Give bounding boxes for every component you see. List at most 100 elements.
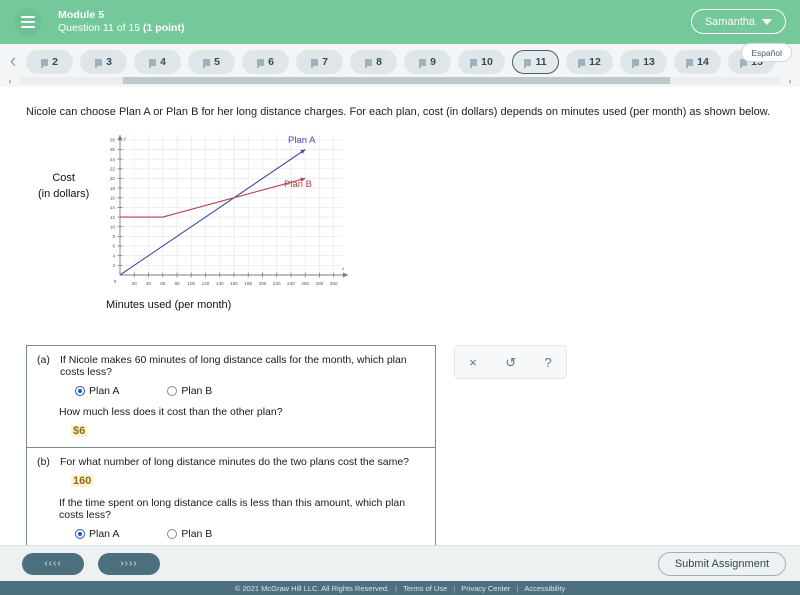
header-titles: Module 5 Question 11 of 15 (1 point) bbox=[58, 9, 184, 35]
question-pill-label: 6 bbox=[268, 56, 274, 68]
terms-of-use-link[interactable]: Terms of Use bbox=[403, 584, 447, 593]
flag-icon bbox=[149, 58, 157, 68]
part-a-option-plan-b-label: Plan B bbox=[181, 385, 213, 397]
question-pill-6[interactable]: 6 bbox=[242, 50, 289, 74]
question-pill-10[interactable]: 10 bbox=[458, 50, 505, 74]
question-pill-strip[interactable]: 2 3 4 5 6 7 8 9 10 11 12 13 14 15 bbox=[26, 50, 800, 74]
question-pill-8[interactable]: 8 bbox=[350, 50, 397, 74]
footer-separator: | bbox=[453, 583, 456, 593]
question-pill-label: 14 bbox=[697, 56, 709, 68]
accessibility-link[interactable]: Accessibility bbox=[524, 584, 565, 593]
page-footer: © 2021 McGraw Hill LLC. All Rights Reser… bbox=[0, 581, 800, 595]
radio-button-filled[interactable] bbox=[75, 529, 85, 539]
flag-icon bbox=[632, 58, 640, 68]
x-axis-tick-label: 260 bbox=[301, 281, 309, 286]
footer-separator: | bbox=[395, 583, 398, 593]
part-b-option-plan-a[interactable]: Plan A bbox=[75, 528, 119, 540]
part-a-radio-group[interactable]: Plan A Plan B bbox=[75, 385, 425, 397]
part-b-question: For what number of long distance minutes… bbox=[60, 456, 410, 468]
scroll-right-chevron-icon[interactable]: › bbox=[780, 76, 800, 86]
question-pill-label: 12 bbox=[589, 56, 601, 68]
y-axis-tick-label: 14 bbox=[110, 205, 116, 210]
series-arrowhead-plan-a bbox=[300, 149, 306, 154]
question-pill-label: 4 bbox=[160, 56, 166, 68]
next-question-button[interactable]: ›››› bbox=[98, 552, 160, 575]
chevron-down-icon bbox=[762, 18, 772, 25]
question-pill-11[interactable]: 11 bbox=[512, 50, 559, 74]
undo-arrow-icon[interactable]: ↺ bbox=[505, 356, 516, 369]
question-counter: Question 11 of 15 (1 point) bbox=[58, 22, 184, 35]
part-b-radio-group[interactable]: Plan A Plan B bbox=[75, 528, 425, 540]
question-pill-label: 7 bbox=[322, 56, 328, 68]
question-pill-12[interactable]: 12 bbox=[566, 50, 613, 74]
part-b-option-plan-a-label: Plan A bbox=[89, 528, 120, 540]
part-a-option-plan-a[interactable]: Plan A bbox=[75, 385, 119, 397]
question-pill-14[interactable]: 14 bbox=[674, 50, 721, 74]
part-b-answer-wrap: 160 bbox=[37, 468, 425, 488]
radio-button-filled[interactable] bbox=[75, 386, 85, 396]
espanol-button[interactable]: Español bbox=[741, 43, 792, 62]
radio-button-empty[interactable] bbox=[167, 386, 178, 396]
part-a-question-line: (a) If Nicole makes 60 minutes of long d… bbox=[37, 354, 425, 378]
answer-part-b: (b) For what number of long distance min… bbox=[27, 447, 435, 549]
flag-icon bbox=[524, 58, 532, 68]
privacy-center-link[interactable]: Privacy Center bbox=[461, 584, 510, 593]
question-pill-2[interactable]: 2 bbox=[26, 50, 73, 74]
flag-icon bbox=[365, 58, 373, 68]
y-axis-tick-label: 24 bbox=[110, 157, 116, 162]
previous-question-button[interactable]: ‹‹‹‹ bbox=[22, 552, 84, 575]
x-axis-tick-label: 40 bbox=[146, 281, 152, 286]
part-b-option-plan-b-label: Plan B bbox=[181, 528, 213, 540]
question-prompt: Nicole can choose Plan A or Plan B for h… bbox=[26, 106, 771, 118]
part-b-subquestion: If the time spent on long distance calls… bbox=[59, 497, 406, 521]
flag-icon bbox=[470, 58, 478, 68]
close-x-icon[interactable]: × bbox=[469, 356, 477, 369]
nav-prev-chevron-left-icon[interactable]: ‹ bbox=[0, 51, 26, 73]
y-axis-tick-label: 16 bbox=[110, 195, 116, 200]
user-menu-button[interactable]: Samantha bbox=[690, 9, 786, 34]
hamburger-menu-icon[interactable] bbox=[14, 8, 42, 36]
x-axis-tick-label: 60 bbox=[160, 281, 166, 286]
x-axis-tick-label: 220 bbox=[273, 281, 281, 286]
scrollbar-track[interactable] bbox=[20, 77, 780, 84]
question-pill-3[interactable]: 3 bbox=[80, 50, 127, 74]
submit-assignment-button[interactable]: Submit Assignment bbox=[657, 551, 786, 576]
question-pill-7[interactable]: 7 bbox=[296, 50, 343, 74]
part-b-option-plan-b[interactable]: Plan B bbox=[167, 528, 212, 540]
x-axis-tick-label: 80 bbox=[174, 281, 180, 286]
part-b-answer-value[interactable]: 160 bbox=[71, 475, 94, 487]
bottom-navigation-bar: ‹‹‹‹ ›››› Submit Assignment bbox=[0, 545, 800, 581]
question-pill-4[interactable]: 4 bbox=[134, 50, 181, 74]
question-pill-label: 9 bbox=[430, 56, 436, 68]
question-mark-icon[interactable]: ? bbox=[545, 356, 552, 369]
part-a-option-plan-b[interactable]: Plan B bbox=[167, 385, 212, 397]
series-line-plan-a bbox=[119, 149, 306, 276]
y-axis-tick-label: 4 bbox=[112, 253, 115, 258]
cost-vs-minutes-graph: Cost (in dollars) 20 40 60 80 100 120 140 160 18… bbox=[26, 129, 366, 319]
question-pill-9[interactable]: 9 bbox=[404, 50, 451, 74]
part-a-answer-value[interactable]: $6 bbox=[71, 425, 88, 437]
page-root: Module 5 Question 11 of 15 (1 point) Sam… bbox=[0, 0, 800, 595]
y-axis-tick-label: 26 bbox=[110, 147, 116, 152]
x-axis-tick-label: 100 bbox=[187, 281, 195, 286]
question-nav-scrollbar[interactable]: ‹ › bbox=[0, 74, 800, 87]
question-pill-13[interactable]: 13 bbox=[620, 50, 667, 74]
y-axis-tick-label: 0 bbox=[114, 279, 117, 284]
question-content: Nicole can choose Plan A or Plan B for h… bbox=[0, 87, 800, 550]
plot-area: 20 40 60 80 100 120 140 160 180 200 220 240 260 280 30… bbox=[98, 129, 366, 291]
question-pill-5[interactable]: 5 bbox=[188, 50, 235, 74]
y-axis-tick-label: 6 bbox=[112, 244, 115, 249]
y-axis-label-line2: (in dollars) bbox=[38, 187, 90, 200]
x-axis-tick-label: 300 bbox=[330, 281, 338, 286]
x-axis-tick-label: 200 bbox=[259, 281, 267, 286]
flag-icon bbox=[95, 58, 103, 68]
series-label-plan-a: Plan A bbox=[288, 135, 316, 146]
x-axis-tick-label: 120 bbox=[202, 281, 210, 286]
scroll-left-chevron-icon[interactable]: ‹ bbox=[0, 76, 20, 86]
x-axis-arrowhead bbox=[343, 272, 348, 278]
x-axis-label: Minutes used (per month) bbox=[106, 299, 232, 311]
series-label-plan-b: Plan B bbox=[284, 179, 312, 190]
radio-button-empty[interactable] bbox=[167, 529, 178, 539]
scrollbar-thumb[interactable] bbox=[122, 77, 670, 84]
flag-icon bbox=[203, 58, 211, 68]
